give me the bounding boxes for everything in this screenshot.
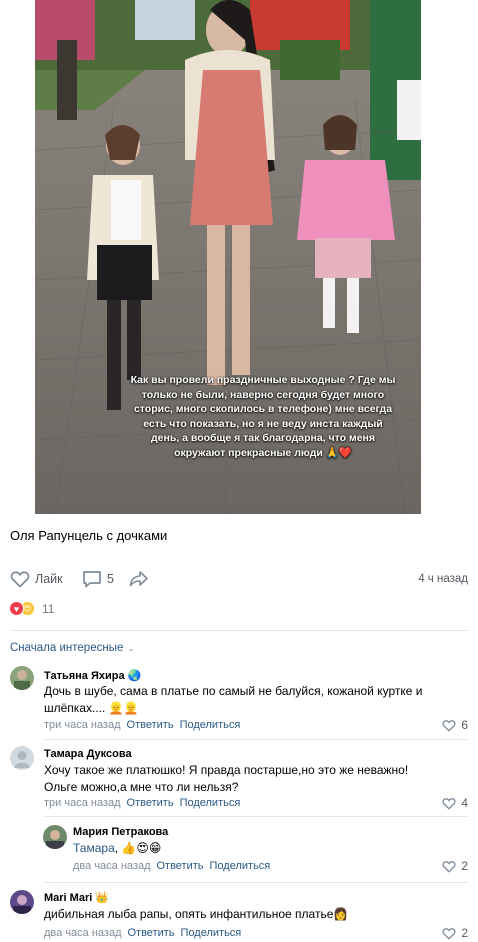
comment-author[interactable]: Татьяна Яхира 🌏	[44, 669, 141, 682]
like-label: Лайк	[35, 572, 63, 586]
share-link[interactable]: Поделиться	[180, 797, 241, 809]
comment-like-count: 4	[461, 796, 468, 810]
comment-like-button[interactable]: 6	[442, 718, 468, 732]
share-button[interactable]	[129, 570, 149, 588]
comment-text: Дочь в шубе, сама в платье по самый не б…	[44, 684, 423, 715]
comment-icon	[83, 571, 101, 588]
comment-reply-item: Мария Петракова Тамара, 👍😍😁 два часа наз…	[43, 825, 468, 875]
comment-like-count: 6	[461, 718, 468, 732]
share-arrow-icon	[129, 571, 148, 587]
like-button[interactable]: Лайк	[10, 570, 63, 588]
comment-item: Mari Mari 👑 дибильная лыба рапы, опять ин…	[10, 890, 468, 940]
comment-author[interactable]: Mari Mari 👑	[44, 891, 109, 904]
comment-time: три часа назад	[44, 797, 121, 809]
globe-badge-icon: 🌏	[127, 670, 142, 682]
reply-link[interactable]: Ответить	[156, 860, 203, 872]
heart-outline-icon	[10, 571, 30, 588]
mention-link[interactable]: Тамара	[73, 841, 115, 855]
comments-count: 5	[107, 572, 114, 586]
share-link[interactable]: Поделиться	[210, 860, 271, 872]
comment-item: Татьяна Яхира 🌏 Дочь в шубе, сама в плать…	[10, 666, 468, 736]
comment-item: Тамара Дуксова Хочу такое же платюшко! Я…	[10, 746, 468, 816]
comment-like-button[interactable]: 2	[442, 859, 468, 873]
divider	[10, 630, 468, 631]
avatar[interactable]	[10, 890, 34, 914]
reply-link[interactable]: Ответить	[127, 719, 174, 731]
comment-meta: два часа назад Ответить Поделиться	[73, 860, 270, 872]
comments-sort-dropdown[interactable]: Сначала интересные ⌄	[10, 642, 135, 654]
crown-badge-icon: 👑	[95, 892, 109, 904]
comments-button[interactable]: 5	[82, 570, 114, 588]
heart-outline-icon	[442, 927, 456, 940]
comment-time: три часа назад	[44, 719, 121, 731]
comment-meta: три часа назад Ответить Поделиться	[44, 797, 240, 809]
post-actions-bar: Лайк 5 4 ч назад	[10, 570, 468, 590]
video-overlay-text: Как вы провели праздничные выходные ? Гд…	[130, 374, 396, 459]
avatar[interactable]	[10, 666, 34, 690]
heart-reaction-icon: ♥	[9, 601, 24, 616]
sort-label: Сначала интересные	[10, 642, 124, 654]
comment-text: дибильная лыба рапы, опять инфантильное …	[44, 907, 349, 921]
comment-text: Тамара, 👍😍😁	[73, 840, 453, 857]
comment-author[interactable]: Тамара Дуксова	[44, 748, 132, 760]
post-video[interactable]: Как вы провели праздничные выходные ? Гд…	[35, 0, 421, 514]
heart-outline-icon	[442, 719, 456, 732]
comment-text: Хочу такое же платюшко! Я правда постарш…	[44, 763, 409, 794]
avatar[interactable]	[10, 746, 34, 770]
chevron-down-icon: ⌄	[127, 642, 135, 653]
post-caption: Оля Рапунцель с дочками	[10, 528, 168, 543]
avatar[interactable]	[43, 825, 67, 849]
comment-meta: два часа назад Ответить Поделиться	[44, 927, 241, 939]
share-link[interactable]: Поделиться	[180, 719, 241, 731]
comment-like-count: 2	[461, 859, 468, 873]
heart-outline-icon	[442, 860, 456, 873]
comment-text-body: , 👍😍😁	[114, 841, 162, 855]
comment-like-count: 2	[461, 926, 468, 940]
reactions-count: 11	[42, 601, 55, 616]
comment-time: два часа назад	[73, 860, 151, 872]
comment-time: два часа назад	[44, 927, 122, 939]
heart-outline-icon	[442, 797, 456, 810]
divider	[44, 816, 468, 817]
reply-link[interactable]: Ответить	[127, 797, 174, 809]
divider	[44, 882, 468, 883]
comment-like-button[interactable]: 4	[442, 796, 468, 810]
comment-like-button[interactable]: 2	[442, 926, 468, 940]
author-name: Татьяна Яхира	[44, 670, 125, 682]
share-link[interactable]: Поделиться	[181, 927, 242, 939]
comment-author[interactable]: Мария Петракова	[73, 826, 168, 838]
reactions-summary[interactable]: ♥ 😍 11	[9, 601, 54, 616]
comment-meta: три часа назад Ответить Поделиться	[44, 719, 240, 731]
author-name: Mari Mari	[44, 892, 93, 904]
post-time: 4 ч назад	[418, 573, 468, 585]
reply-link[interactable]: Ответить	[127, 927, 174, 939]
divider	[44, 739, 468, 740]
